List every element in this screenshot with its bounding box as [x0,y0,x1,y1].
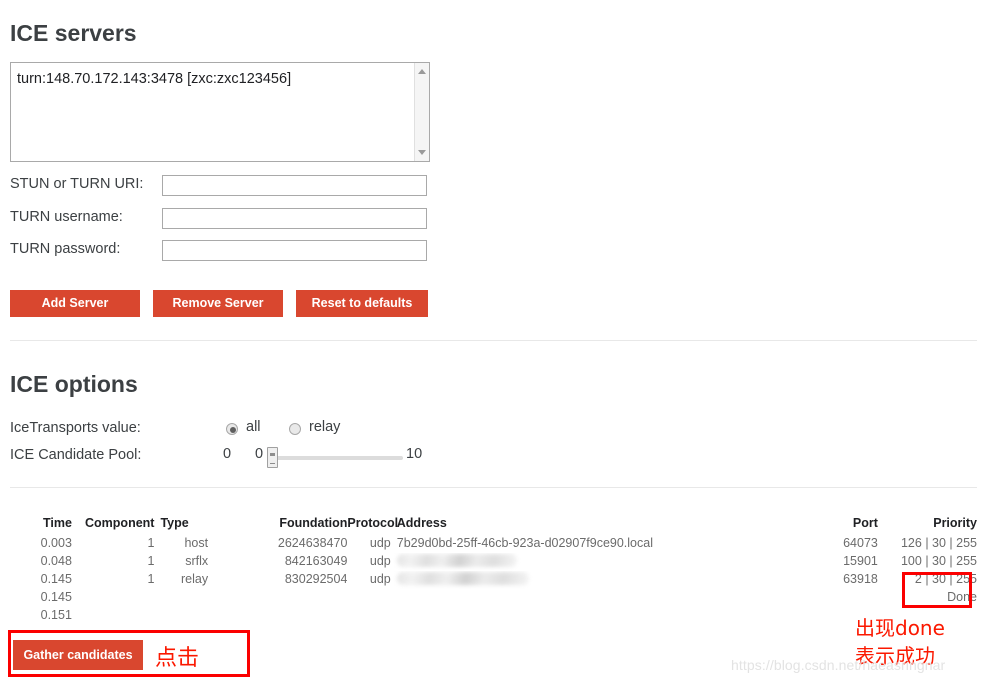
cell-time: 0.145 [40,590,72,604]
candidates-table: Time Component Type Foundation Protocol … [10,516,977,625]
cell-protocol: udp [369,554,391,568]
table-row: 0.003 1 host 2624638470 udp 7b29d0bd-25ff-46c… [10,535,977,553]
cell-protocol: udp [369,572,391,586]
annotation-done-line1: 出现done [855,616,945,640]
ice-candidate-pool-label: ICE Candidate Pool: [10,447,142,463]
turn-username-label: TURN username: [10,209,123,225]
ice-tester-page: ICE servers turn:148.70.172.143:3478 [zx… [0,0,987,683]
cell-foundation: 842163049 [284,554,348,568]
cell-protocol [347,589,390,607]
textarea-scrollbar[interactable] [414,63,429,161]
stun-turn-uri-label: STUN or TURN URI: [10,176,144,192]
cell-type [154,607,208,625]
annotation-box-gather [8,630,250,677]
cell-address: 7b29d0bd-25ff-46cb-923a-d02907f9ce90.loc… [396,536,653,550]
ice-servers-heading: ICE servers [10,20,137,46]
ice-candidate-pool-slider[interactable] [267,447,403,468]
section-divider-bottom [10,487,977,488]
cell-time: 0.151 [40,608,72,622]
cell-protocol: udp [369,536,391,550]
pool-max-value: 10 [406,446,423,462]
pool-min-value: 0 [223,446,232,462]
cell-time: 0.048 [40,554,72,568]
cell-type: host [184,536,209,550]
col-port: Port [852,516,878,530]
slider-thumb[interactable] [267,447,278,468]
col-priority: Priority [933,516,977,530]
cell-foundation [208,589,347,607]
cell-type [154,589,208,607]
table-row: 0.145 1 relay 830292504 udp 63918 2 | 30 | 255 [10,571,977,589]
cell-port: 15901 [843,554,878,568]
turn-password-input[interactable] [162,240,427,261]
cell-address [391,607,783,625]
remove-server-button[interactable]: Remove Server [153,290,283,317]
ice-options-heading: ICE options [10,371,138,397]
ice-servers-textarea[interactable]: turn:148.70.172.143:3478 [zxc:zxc123456] [10,62,430,162]
reset-to-defaults-button[interactable]: Reset to defaults [296,290,428,317]
cell-type: relay [181,572,209,586]
cell-priority: 126 | 30 | 255 [900,536,977,550]
col-address: Address [396,516,447,530]
scroll-down-icon[interactable] [418,150,426,155]
radio-ice-transports-relay[interactable] [289,423,301,435]
cell-component [72,589,155,607]
pool-current-value: 0 [255,446,264,462]
radio-relay-label[interactable]: relay [309,419,340,435]
table-row: 0.151 [10,607,977,625]
col-component: Component [85,516,155,530]
candidates-table-body: 0.003 1 host 2624638470 udp 7b29d0bd-25ff-46c… [10,535,977,625]
cell-priority: 100 | 30 | 255 [900,554,977,568]
radio-all-label[interactable]: all [246,419,261,435]
turn-username-input[interactable] [162,208,427,229]
cell-protocol [347,607,390,625]
cell-component: 1 [147,554,155,568]
ice-servers-textarea-value: turn:148.70.172.143:3478 [zxc:zxc123456] [17,71,292,87]
cell-time: 0.003 [40,536,72,550]
table-row: 0.048 1 srflx 842163049 udp 15901 100 | 30 | 2… [10,553,977,571]
scroll-up-icon[interactable] [418,69,426,74]
stun-turn-uri-input[interactable] [162,175,427,196]
cell-address [391,571,783,589]
col-type: Type [160,516,189,530]
cell-port [783,589,878,607]
cell-address [391,553,783,571]
cell-port: 63918 [843,572,878,586]
cell-type: srflx [185,554,209,568]
cell-foundation: 830292504 [284,572,348,586]
cell-foundation [208,607,347,625]
cell-component: 1 [147,536,155,550]
table-row: 0.145 Done [10,589,977,607]
redacted-address [396,572,529,585]
table-header-row: Time Component Type Foundation Protocol … [10,516,977,535]
add-server-button[interactable]: Add Server [10,290,140,317]
redacted-address [396,554,517,567]
radio-ice-transports-all[interactable] [226,423,238,435]
cell-address [391,589,783,607]
cell-component: 1 [147,572,155,586]
annotation-box-done [902,572,972,608]
cell-port: 64073 [843,536,878,550]
ice-transports-label: IceTransports value: [10,420,141,436]
turn-password-label: TURN password: [10,241,121,257]
col-time: Time [42,516,72,530]
cell-foundation: 2624638470 [277,536,348,550]
annotation-click-text: 点击 [155,646,200,671]
watermark-text: https://blog.csdn.net/haeasringnar [731,657,946,673]
cell-component [72,607,155,625]
col-protocol: Protocol [347,516,399,530]
col-foundation: Foundation [279,516,348,530]
section-divider-top [10,340,977,341]
cell-time: 0.145 [40,572,72,586]
